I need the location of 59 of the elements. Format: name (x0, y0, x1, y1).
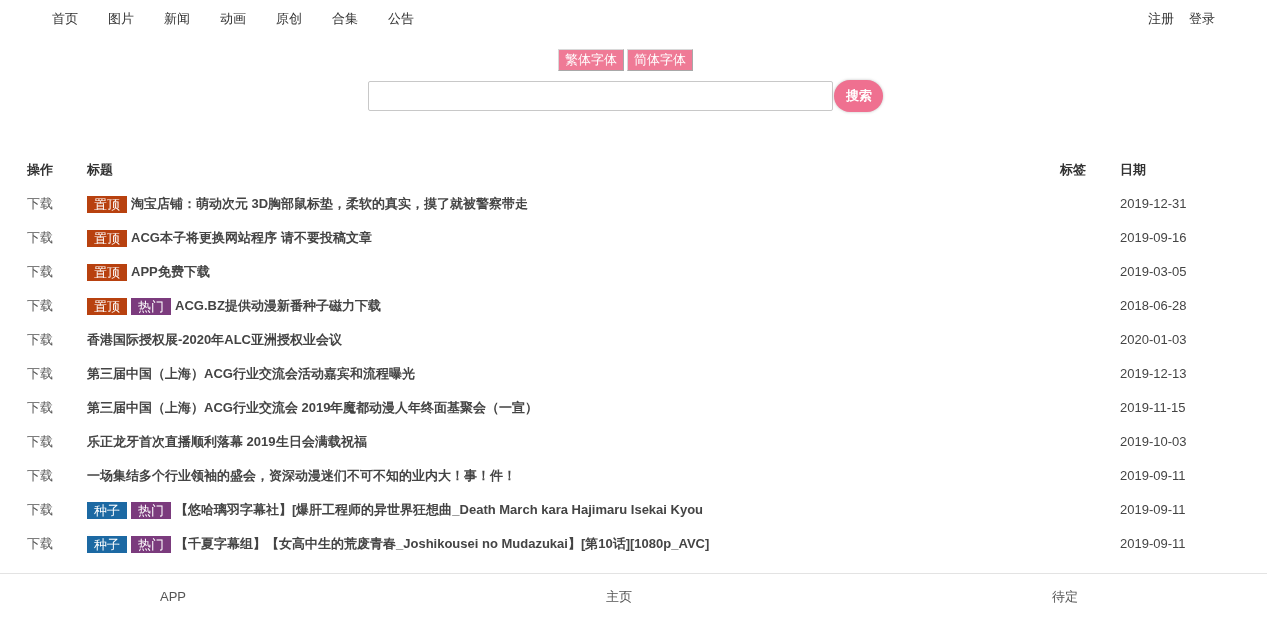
tag-badge: 置顶 (87, 229, 127, 247)
download-link[interactable]: 下载 (27, 263, 53, 281)
title-link[interactable]: ACG.BZ提供动漫新番种子磁力下载 (175, 297, 381, 315)
date-text: 2019-09-11 (1120, 535, 1186, 553)
nav-link[interactable]: 公告 (388, 10, 414, 28)
date-text: 2019-09-16 (1120, 229, 1187, 247)
date-text: 2019-09-11 (1120, 501, 1186, 519)
date-text: 2020-01-03 (1120, 331, 1187, 349)
download-link[interactable]: 下载 (27, 297, 53, 315)
nav-link[interactable]: 动画 (220, 10, 246, 28)
nav-link[interactable]: 合集 (332, 10, 358, 28)
tag-badge: 种子 (87, 501, 127, 519)
nav-link[interactable]: 原创 (276, 10, 302, 28)
title-link[interactable]: 第三届中国（上海）ACG行业交流会活动嘉宾和流程曝光 (87, 365, 415, 383)
date-text: 2019-11-15 (1120, 399, 1186, 417)
title-link[interactable]: 一场集结多个行业领袖的盛会，资深动漫迷们不可不知的业内大！事！件！ (87, 467, 516, 485)
tag-badge: 热门 (131, 297, 171, 315)
date-text: 2019-12-31 (1120, 195, 1187, 213)
date-text: 2019-10-03 (1120, 433, 1187, 451)
column-header: 标签 (1060, 161, 1086, 179)
date-text: 2019-09-11 (1120, 467, 1186, 485)
download-link[interactable]: 下载 (27, 433, 53, 451)
footer-link[interactable]: 待定 (1052, 587, 1078, 606)
column-header: 操作 (27, 161, 53, 179)
date-text: 2019-03-05 (1120, 263, 1187, 281)
title-link[interactable]: 第三届中国（上海）ACG行业交流会 2019年魔都动漫人年终面基聚会（一宣） (87, 399, 539, 417)
title-link[interactable]: ACG本子将更换网站程序 请不要投稿文章 (131, 229, 372, 247)
title-link[interactable]: 【千夏字幕组】【女高中生的荒废青春_Joshikousei no Mudazukai】[第10话][1080p_AVC] (175, 535, 710, 553)
download-link[interactable]: 下载 (27, 467, 53, 485)
date-text: 2019-12-13 (1120, 365, 1187, 383)
nav-link[interactable]: 首页 (52, 10, 78, 28)
download-link[interactable]: 下载 (27, 399, 53, 417)
nav-link[interactable]: 图片 (108, 10, 134, 28)
footer-link[interactable]: 主页 (606, 587, 632, 606)
download-link[interactable]: 下载 (27, 195, 53, 213)
column-header: 日期 (1120, 161, 1146, 179)
title-link[interactable]: 淘宝店铺：萌动次元 3D胸部鼠标垫，柔软的真实，摸了就被警察带走 (131, 195, 529, 213)
download-link[interactable]: 下载 (27, 501, 53, 519)
title-link[interactable]: 【悠哈璃羽字幕社】[爆肝工程师的异世界狂想曲_Death March kara Hajimaru Isekai Kyou (175, 501, 704, 519)
register-link[interactable]: 注册 (1148, 10, 1174, 28)
footer-link[interactable]: APP (160, 587, 186, 606)
download-link[interactable]: 下载 (27, 535, 53, 553)
column-header: 标题 (87, 161, 113, 179)
title-link[interactable]: 乐正龙牙首次直播顺利落幕 2019生日会满载祝福 (87, 433, 367, 451)
tag-badge: 种子 (87, 535, 127, 553)
tag-badge: 热门 (131, 535, 171, 553)
tag-badge: 热门 (131, 501, 171, 519)
search-field[interactable] (368, 81, 833, 111)
download-link[interactable]: 下载 (27, 331, 53, 349)
download-link[interactable]: 下载 (27, 365, 53, 383)
date-text: 2018-06-28 (1120, 297, 1187, 315)
download-link[interactable]: 下载 (27, 229, 53, 247)
title-link[interactable]: 香港国际授权展-2020年ALC亚洲授权业会议 (87, 331, 342, 349)
tag-badge: 置顶 (87, 263, 127, 281)
tag-badge: 置顶 (87, 195, 127, 213)
title-link[interactable]: APP免费下载 (131, 263, 210, 281)
nav-link[interactable]: 新闻 (164, 10, 190, 28)
login-link[interactable]: 登录 (1189, 10, 1215, 28)
tag-badge: 置顶 (87, 297, 127, 315)
